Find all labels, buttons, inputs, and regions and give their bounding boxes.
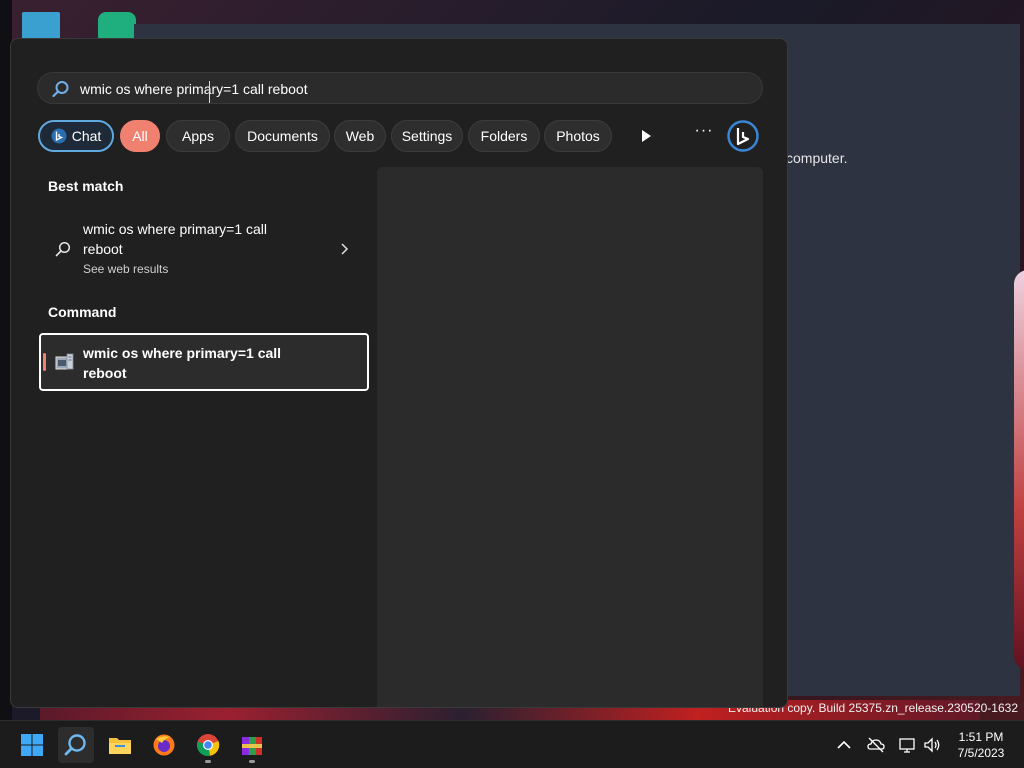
filter-photos[interactable]: Photos [544,120,612,152]
filter-documents[interactable]: Documents [235,120,330,152]
running-indicator [249,760,255,763]
filter-web[interactable]: Web [334,120,386,152]
file-explorer-button[interactable] [102,727,138,763]
preview-pane [377,167,763,707]
network-icon[interactable] [898,735,918,755]
clock-time: 1:51 PM [958,730,1004,744]
firefox-button[interactable] [146,727,182,763]
bing-chat-icon [51,128,67,144]
chevron-up-icon[interactable] [834,735,854,755]
chevron-right-icon[interactable] [339,243,349,255]
search-icon [64,734,86,756]
chat-filter-button[interactable]: Chat [38,120,114,152]
chat-filter-label: Chat [71,128,102,144]
play-icon[interactable] [638,128,654,144]
clock[interactable]: 1:51 PM 7/5/2023 [946,729,1016,761]
filter-all[interactable]: All [120,120,160,152]
start-button[interactable] [14,727,50,763]
onedrive-offline-icon[interactable] [866,735,886,755]
filter-folders[interactable]: Folders [468,120,540,152]
best-match-heading: Best match [48,178,124,194]
wallpaper-decoration [1014,270,1024,670]
background-window-text: computer. [786,150,848,166]
mouse-text-cursor [209,81,213,103]
chrome-icon [196,734,220,756]
running-indicator [205,760,211,763]
search-panel: Chat All Apps Documents Web Settings Fol… [10,38,788,708]
search-box[interactable] [37,72,763,104]
command-title: wmic os where primary=1 call reboot [83,345,282,381]
chrome-button[interactable] [190,727,226,763]
best-match-result[interactable]: wmic os where primary=1 call reboot See … [39,209,369,285]
selection-accent [43,353,46,371]
filter-settings[interactable]: Settings [391,120,463,152]
winrar-icon [242,737,262,755]
best-match-title: wmic os where primary=1 call reboot [83,221,267,257]
filter-apps[interactable]: Apps [166,120,230,152]
taskbar-search-button[interactable] [58,727,94,763]
bing-icon[interactable] [727,120,759,152]
search-input[interactable] [80,77,740,101]
web-search-icon [55,241,71,257]
firefox-icon [153,734,175,756]
best-match-subtitle: See web results [83,262,169,276]
volume-icon[interactable] [922,735,942,755]
command-heading: Command [48,304,117,320]
more-options-icon[interactable]: ··· [692,122,716,146]
winrar-button[interactable] [234,727,270,763]
command-result[interactable]: wmic os where primary=1 call reboot [39,333,369,391]
search-icon [52,81,69,98]
file-explorer-icon [109,738,131,754]
taskbar: 1:51 PM 7/5/2023 [0,720,1024,768]
run-command-icon [55,353,74,370]
clock-date: 7/5/2023 [957,746,1005,760]
start-icon [21,734,43,756]
